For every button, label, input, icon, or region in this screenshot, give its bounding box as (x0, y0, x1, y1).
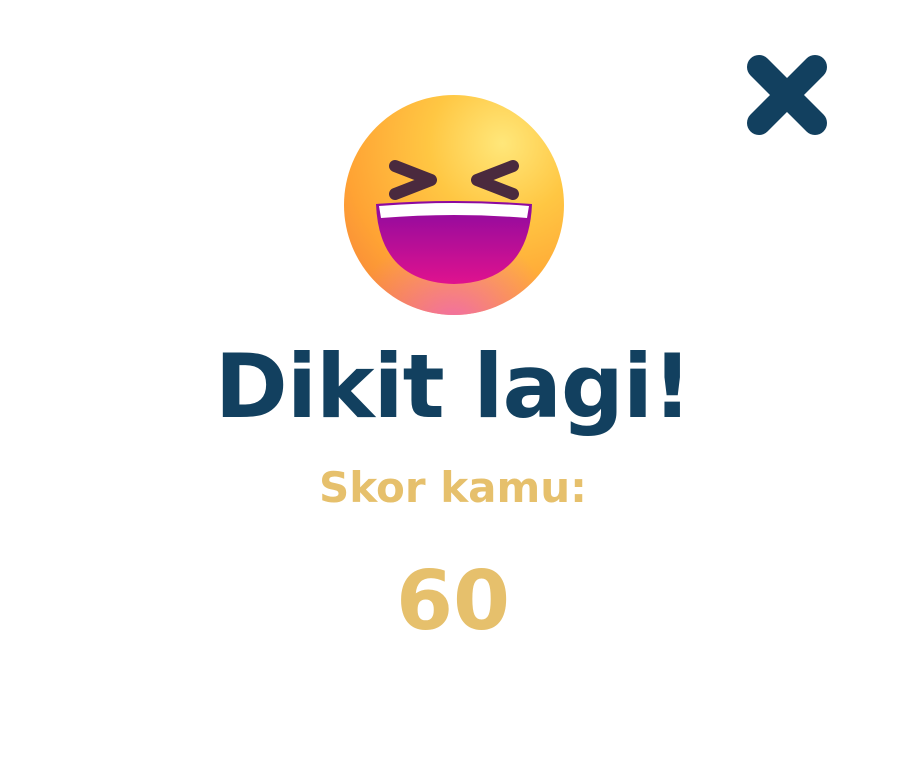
close-icon (747, 55, 827, 135)
grinning-squinting-face-icon (343, 94, 565, 316)
score-label: Skor kamu: (319, 463, 587, 512)
score-value: 60 (395, 554, 511, 649)
result-dialog: Dikit lagi! Skor kamu: 60 (0, 0, 906, 784)
close-button[interactable] (746, 54, 828, 136)
result-title: Dikit lagi! (214, 335, 692, 438)
